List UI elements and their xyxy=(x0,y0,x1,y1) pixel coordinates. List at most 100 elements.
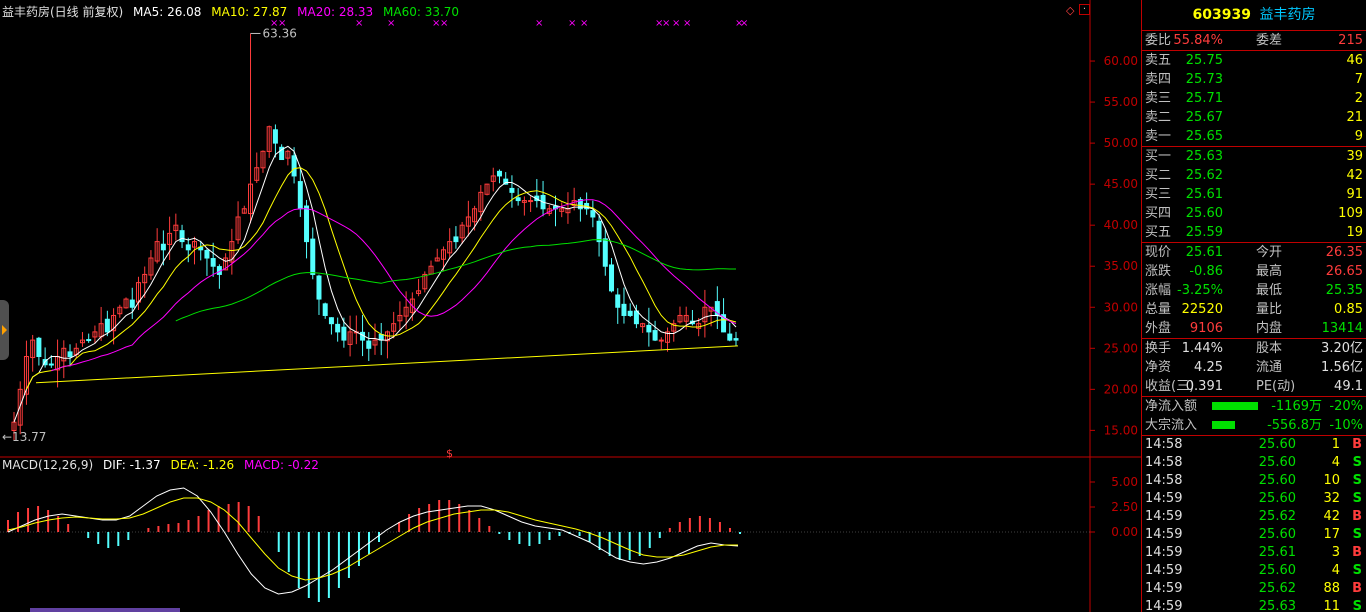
candle-body xyxy=(316,275,322,300)
stat-row: 涨幅 -3.25% 最低 25.35 xyxy=(1142,281,1366,300)
tick-time: 14:59 xyxy=(1145,527,1183,542)
stat-label: 最低 xyxy=(1256,283,1283,298)
stock-name: 益丰药房 xyxy=(1259,7,1316,23)
stat-value: 25.35 xyxy=(1325,283,1363,298)
stat-label: 总量 xyxy=(1145,302,1172,317)
stat-value: 1.56亿 xyxy=(1321,360,1363,375)
ask-label: 卖四 xyxy=(1145,72,1172,87)
bid-volume: 19 xyxy=(1346,225,1363,240)
stat-value: 9106 xyxy=(1189,321,1223,336)
macd-title: MACD(12,26,9) xyxy=(2,458,94,472)
candle-body xyxy=(291,155,297,177)
candle-body xyxy=(160,243,166,251)
tick-list[interactable]: 14:58 25.60 1 B 14:58 25.60 4 S 14:58 25.60 10 S 14:… xyxy=(1142,436,1366,612)
collapse-icon[interactable]: · xyxy=(1079,4,1090,15)
ask-price: 25.75 xyxy=(1185,53,1223,68)
candle-body xyxy=(366,340,372,349)
stat-row: 现价 25.61 今开 26.35 xyxy=(1142,243,1366,262)
expand-panel-handle[interactable] xyxy=(0,300,9,360)
tick-price: 25.60 xyxy=(1258,563,1296,578)
stat-label: 外盘 xyxy=(1145,321,1172,336)
chart-canvas[interactable]: 60.00 55.00 50.00 45.00 40.00 35.00 30.00 25.00… xyxy=(0,0,1141,612)
fund-percent: -10% xyxy=(1329,418,1363,433)
stat-value: 0.85 xyxy=(1334,302,1363,317)
ma-legend: 益丰药房(日线 前复权) MA5: 26.08 MA10: 27.87 MA20… xyxy=(2,3,465,20)
price-stats: 现价 25.61 今开 26.35 涨跌 -0.86 最高 26.65 涨幅 -3.25% 最低 25… xyxy=(1142,243,1366,339)
price-tick-label: 60.00 xyxy=(1104,54,1138,68)
candle-body xyxy=(602,238,608,267)
bid-row: 买三 25.61 91 xyxy=(1142,185,1366,204)
candle-body xyxy=(627,310,633,316)
event-marker: × xyxy=(580,18,588,29)
bid-label: 买四 xyxy=(1145,206,1172,221)
candle-body xyxy=(210,258,216,267)
ask-row: 卖五 25.75 46 xyxy=(1142,51,1366,70)
ask-label: 卖二 xyxy=(1145,110,1172,125)
weibi-label: 委比 xyxy=(1145,33,1172,48)
tick-price: 25.61 xyxy=(1258,545,1296,560)
fundamental-stats: 换手 1.44% 股本 3.20亿 净资 4.25 流通 1.56亿 收益(三) 0.391 PE(… xyxy=(1142,339,1366,397)
candle-body xyxy=(658,339,664,342)
candle-body xyxy=(185,244,191,251)
stat-label: PE(动) xyxy=(1256,379,1296,394)
bid-label: 买二 xyxy=(1145,168,1172,183)
weicha-label: 委差 xyxy=(1256,33,1283,48)
stat-value: 22520 xyxy=(1181,302,1223,317)
weibi-value: 55.84% xyxy=(1173,33,1223,48)
stat-label: 换手 xyxy=(1145,341,1172,356)
tick-direction: B xyxy=(1352,437,1362,452)
ma5-value: MA5: 26.08 xyxy=(133,5,202,19)
price-tick-label: 35.00 xyxy=(1104,259,1138,273)
tick-volume: 42 xyxy=(1323,509,1340,524)
candle-body xyxy=(621,303,627,316)
tick-row: 14:59 25.60 17 S xyxy=(1142,526,1366,544)
tick-price: 25.60 xyxy=(1258,527,1296,542)
dea-value: DEA: -1.26 xyxy=(170,458,235,472)
bid-volume: 42 xyxy=(1346,168,1363,183)
candle-body xyxy=(341,326,347,341)
stat-value: 26.65 xyxy=(1325,264,1363,279)
stock-header: 603939 益丰药房 xyxy=(1142,0,1366,31)
stat-value: 3.20亿 xyxy=(1321,341,1363,356)
tick-time: 14:59 xyxy=(1145,563,1183,578)
fund-label: 净流入额 xyxy=(1145,399,1198,414)
candle-body xyxy=(304,205,310,243)
stat-row: 总量 22520 量比 0.85 xyxy=(1142,300,1366,319)
stat-row: 外盘 9106 内盘 13414 xyxy=(1142,319,1366,338)
ask-price: 25.73 xyxy=(1185,72,1223,87)
macd-tick-label: 5.00 xyxy=(1111,475,1138,489)
tick-price: 25.60 xyxy=(1258,455,1296,470)
stat-value: 26.35 xyxy=(1325,245,1363,260)
tick-direction: B xyxy=(1352,581,1362,596)
ask-label: 卖五 xyxy=(1145,53,1172,68)
fund-bar xyxy=(1212,421,1235,429)
tick-direction: S xyxy=(1352,527,1362,542)
event-marker: × xyxy=(568,18,576,29)
tick-time: 14:58 xyxy=(1145,455,1183,470)
weicha-value: 215 xyxy=(1338,33,1363,48)
event-marker: × xyxy=(535,18,543,29)
weibi-row: 委比 55.84% 委差 215 xyxy=(1142,31,1366,51)
stat-label: 今开 xyxy=(1256,245,1283,260)
tick-row: 14:59 25.60 4 S xyxy=(1142,562,1366,580)
bid-volume: 39 xyxy=(1346,149,1363,164)
price-tick-label: 30.00 xyxy=(1104,300,1138,314)
stat-value: 13414 xyxy=(1321,321,1363,336)
diamond-icon[interactable]: ◇ xyxy=(1066,4,1074,17)
tick-row: 14:59 25.63 11 S xyxy=(1142,598,1366,612)
candle-body xyxy=(733,338,739,341)
candle-body xyxy=(646,324,652,333)
bid-volume: 91 xyxy=(1346,187,1363,202)
candle-body xyxy=(528,200,534,203)
candle-body xyxy=(104,318,110,333)
candle-body xyxy=(86,339,92,342)
candle-body xyxy=(609,264,615,292)
candle-body xyxy=(615,294,621,308)
tick-time: 14:59 xyxy=(1145,545,1183,560)
tick-price: 25.60 xyxy=(1258,437,1296,452)
kline-chart-area[interactable]: 60.00 55.00 50.00 45.00 40.00 35.00 30.00 25.00… xyxy=(0,0,1141,612)
tick-time: 14:58 xyxy=(1145,437,1183,452)
candle-body xyxy=(48,363,54,366)
candle-body xyxy=(727,333,733,341)
stat-label: 涨跌 xyxy=(1145,264,1172,279)
